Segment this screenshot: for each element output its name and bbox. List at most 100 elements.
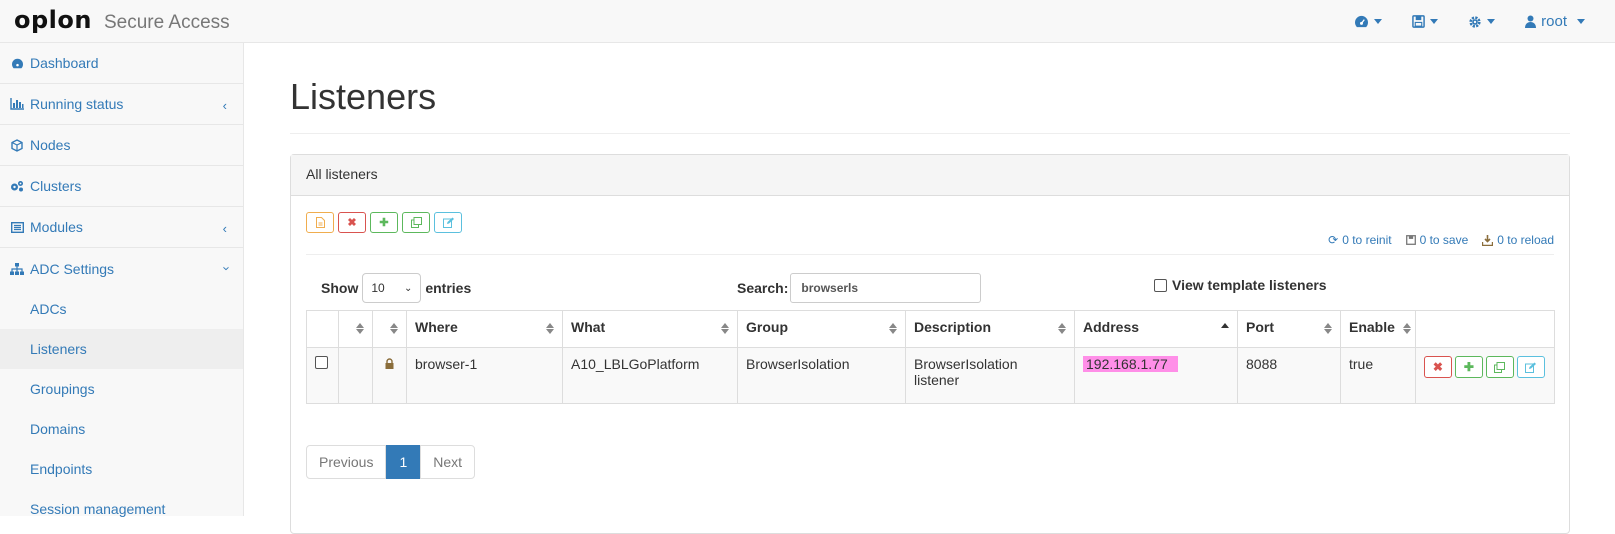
add-listener-button[interactable]: ✚	[370, 212, 398, 233]
cell-where: browser-1	[406, 347, 563, 404]
col-header-group[interactable]: Group	[737, 310, 906, 348]
row-add-button[interactable]: ✚	[1454, 356, 1483, 378]
row-delete-button[interactable]: ✖	[1423, 356, 1452, 378]
user-name: root	[1541, 13, 1567, 30]
cell-group: BrowserIsolation	[737, 347, 906, 404]
sort-icon	[721, 323, 729, 334]
sort-asc-icon	[1221, 323, 1229, 328]
top-navbar: oplon Secure Access root	[0, 0, 1615, 43]
col-header-what[interactable]: What	[562, 310, 738, 348]
chevron-down-icon	[1430, 19, 1439, 24]
refresh-icon: ⟳	[1328, 233, 1339, 247]
plus-icon: ✚	[379, 217, 389, 229]
col-header-where[interactable]: Where	[406, 310, 563, 348]
chevron-down-icon	[1487, 19, 1496, 24]
sidebar-item-adc-settings[interactable]: ADC Settings ‹	[0, 248, 243, 289]
floppy-icon	[1412, 15, 1425, 28]
sidebar-item-label: Dashboard	[30, 55, 99, 71]
export-button[interactable]	[306, 212, 334, 233]
sidebar-item-label: Nodes	[30, 137, 71, 153]
lock-icon	[385, 358, 394, 369]
dashboard-menu[interactable]	[1354, 15, 1383, 28]
clone-button[interactable]	[402, 212, 430, 233]
reload-link[interactable]: 0 to reload	[1482, 233, 1554, 247]
row-checkbox[interactable]	[315, 356, 328, 369]
page-1-button[interactable]: 1	[386, 445, 421, 479]
settings-menu[interactable]	[1468, 15, 1496, 29]
user-menu[interactable]: root	[1525, 13, 1585, 30]
col-header-description[interactable]: Description	[905, 310, 1075, 348]
page-length-select[interactable]: 10 ⌄	[362, 273, 422, 303]
template-checkbox[interactable]	[1154, 278, 1167, 292]
copy-icon	[1494, 361, 1506, 373]
dashboard-icon	[10, 56, 24, 70]
chevron-down-icon	[1577, 19, 1585, 24]
cell-address: 192.168.1.77	[1074, 347, 1238, 404]
save-link[interactable]: 0 to save	[1405, 233, 1468, 247]
brand-logo: oplon	[14, 6, 92, 34]
row-clone-button[interactable]	[1485, 356, 1514, 378]
sidebar-item-domains[interactable]: Domains	[0, 409, 243, 449]
pagination: Previous 1 Next	[306, 445, 476, 479]
sort-icon	[546, 323, 554, 334]
search-input[interactable]	[790, 273, 982, 303]
copy-icon	[410, 217, 422, 228]
bar-chart-icon	[10, 97, 24, 111]
pending-status: ⟳ 0 to reinit 0 to save 0 to reload	[1328, 233, 1554, 247]
table-row: browser-1 A10_LBLGoPlatform BrowserIsola…	[306, 347, 1556, 404]
sitemap-icon	[10, 262, 24, 276]
edit-icon	[1525, 362, 1537, 373]
chevron-down-icon: ‹	[217, 266, 233, 271]
col-header-port[interactable]: Port	[1237, 310, 1341, 348]
row-edit-button[interactable]	[1516, 356, 1545, 378]
listeners-table: Where What Group Description Address Por…	[306, 310, 1556, 404]
sort-col-header[interactable]	[338, 310, 373, 348]
next-page-button[interactable]: Next	[420, 445, 476, 479]
sidebar-item-dashboard[interactable]: Dashboard	[0, 43, 243, 84]
sidebar-item-running-status[interactable]: Running status ‹	[0, 84, 243, 125]
edit-icon	[442, 217, 454, 228]
lock-col-header[interactable]	[372, 310, 407, 348]
sidebar-item-modules[interactable]: Modules ‹	[0, 207, 243, 248]
row-lock-cell	[372, 347, 407, 404]
sidebar-item-session-management[interactable]: Session management	[0, 489, 243, 529]
col-header-enable[interactable]: Enable	[1340, 310, 1416, 348]
cell-what: A10_LBLGoPlatform	[562, 347, 738, 404]
chevron-down-icon: ⌄	[403, 282, 413, 294]
divider	[290, 133, 1570, 134]
template-toggle[interactable]: View template listeners	[1154, 277, 1327, 293]
cell-description: BrowserIsolation listener	[905, 347, 1075, 404]
brand[interactable]: oplon Secure Access	[14, 6, 230, 34]
sort-icon	[1324, 323, 1332, 334]
sort-icon	[1058, 323, 1066, 334]
sidebar-item-clusters[interactable]: Clusters	[0, 166, 243, 207]
sidebar-item-listeners[interactable]: Listeners	[0, 329, 243, 369]
page-length-control: Show 10 ⌄ entries	[321, 273, 471, 303]
sidebar-item-adcs[interactable]: ADCs	[0, 289, 243, 329]
sidebar: Dashboard Running status ‹ Nodes Cluster…	[0, 43, 244, 517]
cell-enable: true	[1340, 347, 1416, 404]
delete-selected-button[interactable]: ✖	[338, 212, 366, 233]
dashboard-icon	[1355, 15, 1369, 28]
previous-page-button[interactable]: Previous	[306, 445, 387, 479]
search-control: Search:	[737, 273, 982, 303]
show-label: Show	[321, 280, 359, 296]
chevron-left-icon: ‹	[222, 98, 227, 113]
panel-heading: All listeners	[291, 155, 1569, 196]
sidebar-item-groupings[interactable]: Groupings	[0, 369, 243, 409]
sidebar-item-nodes[interactable]: Nodes	[0, 125, 243, 166]
edit-button[interactable]	[434, 212, 462, 233]
col-header-address[interactable]: Address	[1074, 310, 1238, 348]
brand-subtitle: Secure Access	[103, 12, 230, 33]
sidebar-item-label: ADC Settings	[30, 260, 115, 277]
actions-col-header	[1414, 310, 1556, 348]
sidebar-item-endpoints[interactable]: Endpoints	[0, 449, 243, 489]
address-highlight: 192.168.1.77	[1083, 356, 1178, 372]
entries-label: entries	[425, 280, 472, 296]
reinit-link[interactable]: ⟳ 0 to reinit	[1328, 233, 1391, 247]
cell-port: 8088	[1237, 347, 1341, 404]
download-icon	[1482, 234, 1494, 246]
sort-icon	[390, 323, 398, 334]
save-menu[interactable]	[1412, 15, 1439, 28]
chevron-down-icon	[1374, 19, 1383, 24]
